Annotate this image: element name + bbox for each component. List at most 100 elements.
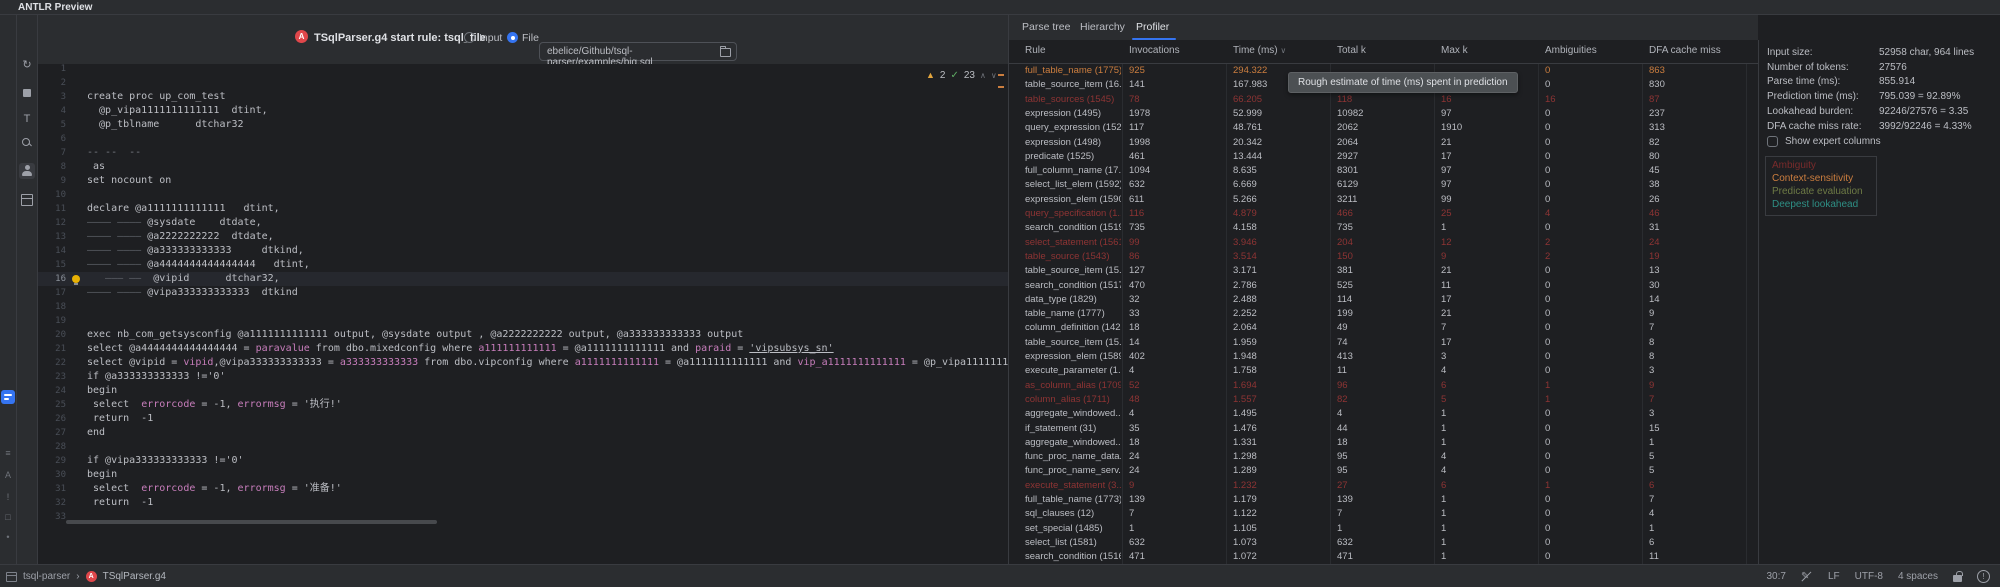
encoding[interactable]: UTF-8 bbox=[1855, 571, 1883, 582]
error-stripe-mark[interactable] bbox=[998, 86, 1004, 88]
code-line[interactable]: 12———— ———— @sysdate dtdate, bbox=[38, 216, 1008, 230]
code-line[interactable]: 8 as bbox=[38, 160, 1008, 174]
code-line[interactable]: 13———— ———— @a2222222222 dtdate, bbox=[38, 230, 1008, 244]
profiler-row[interactable]: func_proc_name_serv...241.28995405 bbox=[1009, 464, 1758, 478]
test-file-path-field[interactable]: ebelice/Github/tsql-parser/examples/big.… bbox=[539, 42, 737, 61]
profiler-row[interactable]: table_source_item (15...1273.17138121013 bbox=[1009, 264, 1758, 278]
breadcrumb-project[interactable]: tsql-parser bbox=[23, 571, 70, 582]
profiler-row[interactable]: data_type (1829)322.48811417014 bbox=[1009, 293, 1758, 307]
show-expert-columns-checkbox[interactable] bbox=[1767, 136, 1778, 147]
code-line[interactable]: 29if @vipa333333333333 !='0' bbox=[38, 454, 1008, 468]
next-issue-icon[interactable]: ∨ bbox=[991, 71, 997, 80]
profiler-row[interactable]: expression (1498)199820.342206421082 bbox=[1009, 136, 1758, 150]
profiler-row[interactable]: expression (1495)197852.99910982970237 bbox=[1009, 107, 1758, 121]
profiler-row[interactable]: column_alias (1711)481.55782517 bbox=[1009, 393, 1758, 407]
input-radio[interactable] bbox=[464, 32, 475, 43]
code-line[interactable]: 27end bbox=[38, 426, 1008, 440]
column-max-k[interactable]: Max k bbox=[1441, 45, 1468, 56]
line-ending[interactable]: LF bbox=[1828, 571, 1840, 582]
profiler-row[interactable]: predicate (1525)46113.444292717080 bbox=[1009, 150, 1758, 164]
profiler-row[interactable]: func_proc_name_data...241.29895405 bbox=[1009, 450, 1758, 464]
indent-setting[interactable]: 4 spaces bbox=[1898, 571, 1938, 582]
profiler-row[interactable]: search_condition (1517)4702.78652511030 bbox=[1009, 279, 1758, 293]
profiler-row[interactable]: execute_parameter (1...41.75811403 bbox=[1009, 364, 1758, 378]
profiler-row[interactable]: table_sources (1545)7866.205118161687 bbox=[1009, 93, 1758, 107]
code-line[interactable]: 32 return -1 bbox=[38, 496, 1008, 510]
code-line[interactable]: 1 bbox=[38, 64, 1008, 76]
profiler-person-icon[interactable] bbox=[19, 163, 35, 179]
code-line[interactable]: 10 bbox=[38, 188, 1008, 202]
code-line[interactable]: 6 bbox=[38, 132, 1008, 146]
breadcrumb-file[interactable]: TSqlParser.g4 bbox=[103, 571, 166, 582]
tab-parse-tree[interactable]: Parse tree bbox=[1022, 21, 1070, 33]
code-line[interactable]: 4 @p_vipa1111111111111 dtint, bbox=[38, 104, 1008, 118]
stop-icon[interactable] bbox=[19, 85, 35, 101]
profiler-row[interactable]: full_column_name (17...10948.63583019704… bbox=[1009, 164, 1758, 178]
column-time[interactable]: Time (ms) ∨ bbox=[1233, 45, 1286, 56]
code-line[interactable]: 26 return -1 bbox=[38, 412, 1008, 426]
terminal-icon[interactable]: □ bbox=[0, 512, 16, 522]
profiler-row[interactable]: table_name (1777)332.2521992109 bbox=[1009, 307, 1758, 321]
profiler-row[interactable]: if_statement (31)351.476441015 bbox=[1009, 422, 1758, 436]
code-line[interactable]: 17———— ———— @vipa333333333333 dtkind bbox=[38, 286, 1008, 300]
profiler-row[interactable]: full_table_name (1773)1391.179139107 bbox=[1009, 493, 1758, 507]
editor-horizontal-scrollbar[interactable] bbox=[66, 520, 437, 524]
profiler-row[interactable]: select_list_elem (1592)6326.669612997038 bbox=[1009, 178, 1758, 192]
column-dfa-cache-miss[interactable]: DFA cache miss bbox=[1649, 45, 1721, 56]
inspections-widget[interactable]: ▲2 ✓23 ∧ ∨ bbox=[926, 68, 997, 82]
code-line[interactable]: 18 bbox=[38, 300, 1008, 314]
code-line[interactable]: 9set nocount on bbox=[38, 174, 1008, 188]
profiler-row[interactable]: search_condition (1519)7354.1587351031 bbox=[1009, 221, 1758, 235]
menu-icon[interactable]: ≡ bbox=[0, 448, 16, 458]
active-tool-window-button[interactable] bbox=[1, 390, 15, 404]
readonly-pen-icon[interactable]: ✎ bbox=[1801, 571, 1813, 583]
caret-position[interactable]: 30:7 bbox=[1766, 571, 1785, 582]
letter-a-icon[interactable]: A bbox=[0, 470, 16, 480]
profiler-row[interactable]: table_source_item (15...141.959741708 bbox=[1009, 336, 1758, 350]
profiler-row[interactable]: table_source (1543)863.5141509219 bbox=[1009, 250, 1758, 264]
column-ambiguities[interactable]: Ambiguities bbox=[1545, 45, 1597, 56]
code-line[interactable]: 2 bbox=[38, 76, 1008, 90]
code-line[interactable]: 5 @p_tblname dtchar32 bbox=[38, 118, 1008, 132]
profiler-row[interactable]: query_expression (1527)11748.76120621910… bbox=[1009, 121, 1758, 135]
code-line[interactable]: 3create proc up_com_test bbox=[38, 90, 1008, 104]
profiler-row[interactable]: expression_elem (1589)4021.948413308 bbox=[1009, 350, 1758, 364]
profiler-row[interactable]: aggregate_windowed...181.33118101 bbox=[1009, 436, 1758, 450]
profiler-row[interactable]: search_condition (1516)4711.0724711011 bbox=[1009, 550, 1758, 564]
profiler-row[interactable]: aggregate_windowed...41.4954103 bbox=[1009, 407, 1758, 421]
code-line[interactable]: 20exec nb_com_getsysconfig @a11111111111… bbox=[38, 328, 1008, 342]
code-line[interactable]: 25 select errorcode = -1, errormsg = '执行… bbox=[38, 398, 1008, 412]
tab-hierarchy[interactable]: Hierarchy bbox=[1080, 21, 1125, 33]
refresh-icon[interactable]: ↻ bbox=[19, 57, 35, 73]
code-line[interactable]: 22select @vipid = vipid,@vipa33333333333… bbox=[38, 356, 1008, 370]
tab-profiler[interactable]: Profiler bbox=[1136, 21, 1169, 33]
profiler-row[interactable]: select_statement (1561)993.94620412224 bbox=[1009, 236, 1758, 250]
code-line[interactable]: 28 bbox=[38, 440, 1008, 454]
search-icon[interactable] bbox=[19, 135, 35, 151]
profiler-row[interactable]: set_special (1485)11.1051101 bbox=[1009, 522, 1758, 536]
prev-issue-icon[interactable]: ∧ bbox=[980, 71, 986, 80]
profiler-row[interactable]: column_definition (1421)182.06449707 bbox=[1009, 321, 1758, 335]
column-rule[interactable]: Rule bbox=[1025, 45, 1046, 56]
error-stripe-mark[interactable] bbox=[998, 74, 1004, 76]
file-radio-label[interactable]: File bbox=[522, 32, 539, 44]
profiler-row[interactable]: select_list (1581)6321.073632106 bbox=[1009, 536, 1758, 550]
folder-icon[interactable] bbox=[720, 48, 731, 57]
profiler-row[interactable]: sql_clauses (12)71.1227104 bbox=[1009, 507, 1758, 521]
profiler-row[interactable]: expression_elem (1590)6115.266321199026 bbox=[1009, 193, 1758, 207]
info-icon[interactable]: ! bbox=[1977, 570, 1990, 583]
more-icon[interactable]: • bbox=[0, 532, 16, 542]
code-line[interactable]: 30begin bbox=[38, 468, 1008, 482]
alert-icon[interactable]: ! bbox=[0, 492, 16, 502]
window-icon[interactable] bbox=[6, 572, 17, 582]
code-line[interactable]: 14———— ———— @a333333333333 dtkind, bbox=[38, 244, 1008, 258]
code-line[interactable]: 23if @a333333333333 !='0' bbox=[38, 370, 1008, 384]
code-line[interactable]: 19 bbox=[38, 314, 1008, 328]
column-invocations[interactable]: Invocations bbox=[1129, 45, 1180, 56]
code-line[interactable]: 11declare @a1111111111111 dtint, bbox=[38, 202, 1008, 216]
code-line[interactable]: 16 ——— —— @vipid dtchar32, bbox=[38, 272, 1008, 286]
code-line[interactable]: 21select @a4444444444444444 = paravalue … bbox=[38, 342, 1008, 356]
text-tool-icon[interactable]: T bbox=[19, 111, 35, 127]
lock-icon[interactable] bbox=[1953, 575, 1962, 582]
show-expert-columns-label[interactable]: Show expert columns bbox=[1785, 136, 1881, 147]
